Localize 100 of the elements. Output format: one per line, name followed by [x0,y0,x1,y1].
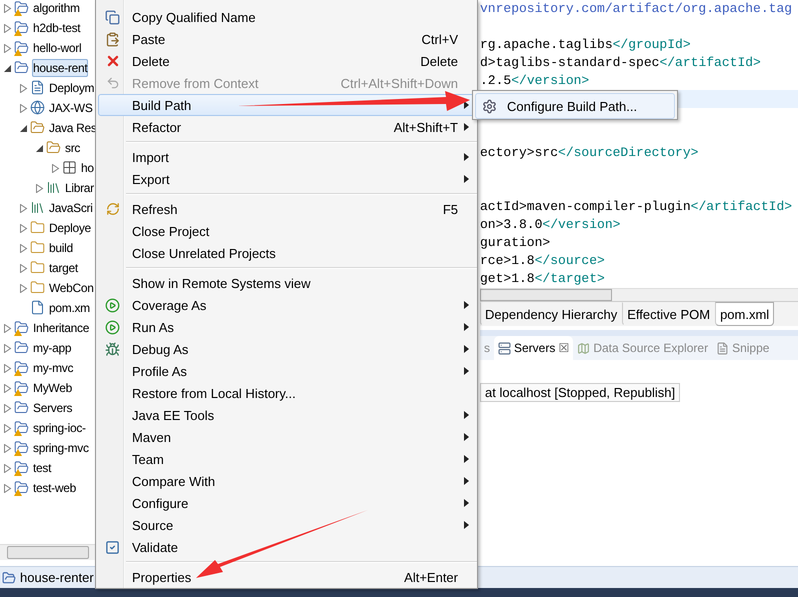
menu-item[interactable]: Close Unrelated Projects [98,242,475,264]
collapsed-arrow-icon[interactable] [3,404,12,412]
collapsed-arrow-icon[interactable] [3,464,12,472]
collapsed-arrow-icon[interactable] [3,4,12,12]
menu-item[interactable]: Import [98,146,475,168]
expanded-arrow-icon[interactable] [3,64,12,72]
collapsed-arrow-icon[interactable] [19,204,28,212]
menu-item[interactable]: Profile As [98,360,475,382]
menu-item[interactable]: Close Project [98,220,475,242]
project-folder-icon [14,460,29,475]
play-icon [105,298,120,312]
tree-item[interactable]: build [48,239,74,257]
tree-item[interactable]: test-web [32,479,77,497]
menu-item[interactable]: Maven [98,426,475,448]
tree-item[interactable]: WebCon [48,279,95,297]
tree-item[interactable]: Inheritance [32,319,90,337]
tree-item[interactable]: spring-mvc [32,439,90,457]
undo-icon [106,76,120,90]
folder-icon [30,260,45,275]
menu-item[interactable]: Properties Alt+Enter [98,566,475,588]
collapsed-arrow-icon[interactable] [19,284,28,292]
menu-item[interactable]: Show in Remote Systems view [98,272,475,294]
project-folder-icon [14,400,29,415]
menu-item[interactable]: Refresh F5 [98,198,475,220]
collapsed-arrow-icon[interactable] [19,224,28,232]
project-folder-icon [14,440,29,455]
copy-icon [105,10,120,24]
expanded-arrow-icon[interactable] [19,124,28,132]
collapsed-arrow-icon[interactable] [3,444,12,452]
menu-item[interactable]: Source [98,514,475,536]
menu-item[interactable]: Coverage As [98,294,475,316]
project-folder-icon [14,20,29,35]
menu-item[interactable]: Compare With [98,470,475,492]
editor-tab[interactable]: pom.xml [715,302,774,326]
menu-item[interactable]: Configure Build Path... [475,93,675,119]
code-line: vnrepository.com/artifact/org.apache.tag [480,0,794,18]
tree-item[interactable]: Servers [32,399,74,417]
project-folder-icon [14,320,29,335]
server-entry[interactable]: at localhost [Stopped, Republish] [480,383,680,402]
tree-item[interactable]: JAX-WS [48,99,94,117]
tree-item[interactable]: src [64,139,82,157]
bug-icon [105,342,120,356]
collapsed-arrow-icon[interactable] [3,484,12,492]
tree-item[interactable]: ho [80,159,95,177]
tree-item[interactable]: spring-ioc- [32,419,87,437]
collapsed-arrow-icon[interactable] [19,104,28,112]
project-folder-icon [14,60,29,75]
menu-item[interactable]: Java EE Tools [98,404,475,426]
collapsed-arrow-icon[interactable] [51,164,60,172]
code-line: rg.apache.taglibs</groupId> [480,36,692,54]
tree-item[interactable]: my-mvc [32,359,74,377]
tree-item[interactable]: JavaScri [48,199,94,217]
collapsed-arrow-icon[interactable] [3,24,12,32]
tree-item[interactable]: MyWeb [32,379,73,397]
scrollbar[interactable] [480,288,798,301]
expanded-arrow-icon[interactable] [35,144,44,152]
collapsed-arrow-icon[interactable] [19,264,28,272]
play-icon [105,320,120,334]
tree-item[interactable]: Deploye [48,219,92,237]
scrollbar[interactable] [0,544,95,560]
editor-tab[interactable]: Dependency Hierarchy [480,302,622,326]
menu-item[interactable]: Export [98,168,475,190]
collapsed-arrow-icon[interactable] [3,424,12,432]
close-icon[interactable]: ☒ [558,341,570,355]
project-folder-icon [14,340,29,355]
menu-item[interactable]: Refactor Alt+Shift+T [98,116,475,138]
collapsed-arrow-icon[interactable] [3,344,12,352]
tree-item[interactable]: my-app [32,339,72,357]
package-icon [62,160,77,175]
tree-item[interactable]: pom.xm [48,299,91,317]
collapsed-arrow-icon[interactable] [19,84,28,92]
collapsed-arrow-icon[interactable] [3,384,12,392]
collapsed-arrow-icon[interactable] [3,364,12,372]
refresh-icon [106,202,120,216]
collapsed-arrow-icon[interactable] [3,324,12,332]
tree-item[interactable]: target [48,259,79,277]
menu-item[interactable]: Run As [98,316,475,338]
tree-item[interactable]: Librar [64,179,95,197]
globe-icon [30,100,45,115]
checkbox-icon [105,540,120,554]
menu-item[interactable]: Configure [98,492,475,514]
menu-item[interactable]: Debug As [98,338,475,360]
tree-item[interactable]: hello-worl [32,39,82,57]
tree-item[interactable]: algorithm [32,0,81,17]
tree-item[interactable]: house-rent [32,59,88,77]
menu-item[interactable]: Paste Ctrl+V [98,28,475,50]
code-line: .2.5</version> [480,72,590,90]
tree-item[interactable]: h2db-test [32,19,82,37]
collapsed-arrow-icon[interactable] [19,244,28,252]
view-tab[interactable]: Servers ☒ [494,336,574,360]
collapsed-arrow-icon[interactable] [35,184,44,192]
menu-item[interactable]: Validate [98,536,475,558]
code-line: d>taglibs-standard-spec</artifactId> [480,54,762,72]
tree-item[interactable]: test [32,459,52,477]
menu-item[interactable]: Restore from Local History... [98,382,475,404]
tree-item[interactable]: Deploym [48,79,96,97]
menu-item[interactable]: Copy Qualified Name [98,6,475,28]
menu-item[interactable]: Team [98,448,475,470]
menu-item[interactable]: Delete Delete [98,50,475,72]
collapsed-arrow-icon[interactable] [3,44,12,52]
